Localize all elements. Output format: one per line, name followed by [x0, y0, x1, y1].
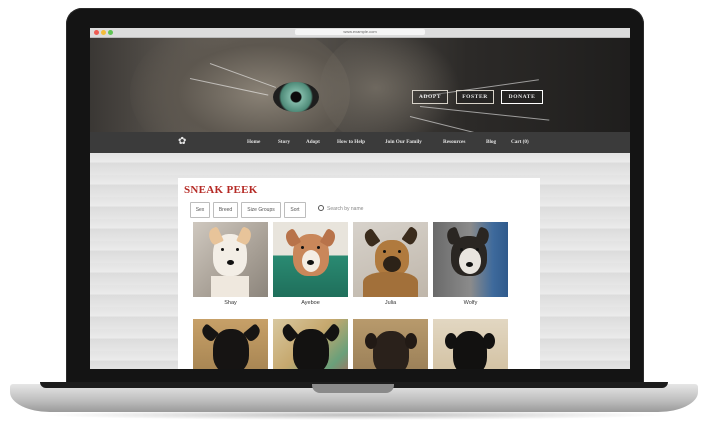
adopt-button[interactable]: ADOPT: [412, 90, 448, 104]
dog-head: [453, 331, 487, 369]
dog-eye: [317, 246, 320, 249]
filter-sex-button[interactable]: Sex: [190, 202, 210, 218]
pet-name[interactable]: Julia: [353, 300, 428, 306]
foster-button[interactable]: FOSTER: [456, 90, 494, 104]
pet-name[interactable]: Ayeboe: [273, 300, 348, 306]
filter-breed-button[interactable]: Breed: [213, 202, 238, 218]
nav-cart[interactable]: Cart (0): [511, 132, 529, 153]
donate-button[interactable]: DONATE: [501, 90, 543, 104]
dog-muzzle: [383, 256, 401, 272]
dog-ear: [483, 333, 495, 349]
dog-ear: [445, 333, 457, 349]
page-title: SNEAK PEEK: [184, 184, 258, 196]
dog-eye: [236, 248, 239, 251]
maximize-window-button[interactable]: [108, 30, 113, 35]
site-navbar: ✿ Home Story Adopt How to Help Join Our …: [90, 132, 630, 153]
dog-eye: [301, 246, 304, 249]
dog-eye: [476, 248, 479, 251]
pet-photo[interactable]: [433, 222, 508, 297]
dog-body: [211, 276, 249, 297]
search-placeholder: Search by name: [327, 206, 364, 212]
dog-nose: [307, 260, 314, 265]
pet-photo[interactable]: [353, 222, 428, 297]
dog-eye: [383, 250, 386, 253]
pet-photo[interactable]: [273, 222, 348, 297]
nav-resources[interactable]: Resources: [443, 132, 465, 153]
sneak-peek-panel: SNEAK PEEK Sex Breed Size Groups Sort Se…: [178, 178, 540, 369]
dog-ear: [405, 333, 417, 349]
pet-photo[interactable]: [433, 319, 508, 369]
dog-eye: [460, 248, 463, 251]
pet-photo[interactable]: [273, 319, 348, 369]
pet-photo[interactable]: [353, 319, 428, 369]
cat-fur-shade: [320, 38, 460, 132]
dog-head: [373, 331, 409, 369]
dog-nose: [227, 260, 234, 265]
nav-how-to-help[interactable]: How to Help: [337, 132, 365, 153]
hero-banner: ADOPT FOSTER DONATE: [90, 38, 630, 132]
dog-ear: [474, 226, 492, 246]
pet-photo[interactable]: [193, 319, 268, 369]
filter-size-groups-button[interactable]: Size Groups: [241, 202, 281, 218]
dog-eye: [221, 248, 224, 251]
address-bar[interactable]: www.example.com: [295, 29, 425, 35]
search-input[interactable]: Search by name: [318, 202, 363, 216]
pet-name[interactable]: Wolfy: [433, 300, 508, 306]
laptop-notch: [312, 384, 394, 393]
nav-story[interactable]: Story: [278, 132, 290, 153]
cat-eye: [273, 82, 319, 112]
nav-blog[interactable]: Blog: [486, 132, 496, 153]
dog-ear: [365, 333, 377, 349]
nav-adopt[interactable]: Adopt: [306, 132, 320, 153]
pet-photo[interactable]: [193, 222, 268, 297]
dog-body: [363, 272, 418, 297]
cat-fur: [130, 38, 350, 132]
sort-button[interactable]: Sort: [284, 202, 306, 218]
paw-icon[interactable]: ✿: [178, 136, 192, 148]
minimize-window-button[interactable]: [101, 30, 106, 35]
pet-name[interactable]: Shay: [193, 300, 268, 306]
nav-home[interactable]: Home: [247, 132, 260, 153]
dog-muzzle: [459, 248, 481, 274]
browser-toolbar: www.example.com: [90, 28, 630, 38]
dog-nose: [466, 262, 473, 267]
nav-join-our-family[interactable]: Join Our Family: [385, 132, 422, 153]
close-window-button[interactable]: [94, 30, 99, 35]
laptop-screen: www.example.com ADOPT FOSTER DONATE ✿ Ho…: [90, 28, 630, 369]
dog-ear: [401, 226, 421, 246]
search-icon: [318, 205, 324, 211]
dog-eye: [398, 250, 401, 253]
